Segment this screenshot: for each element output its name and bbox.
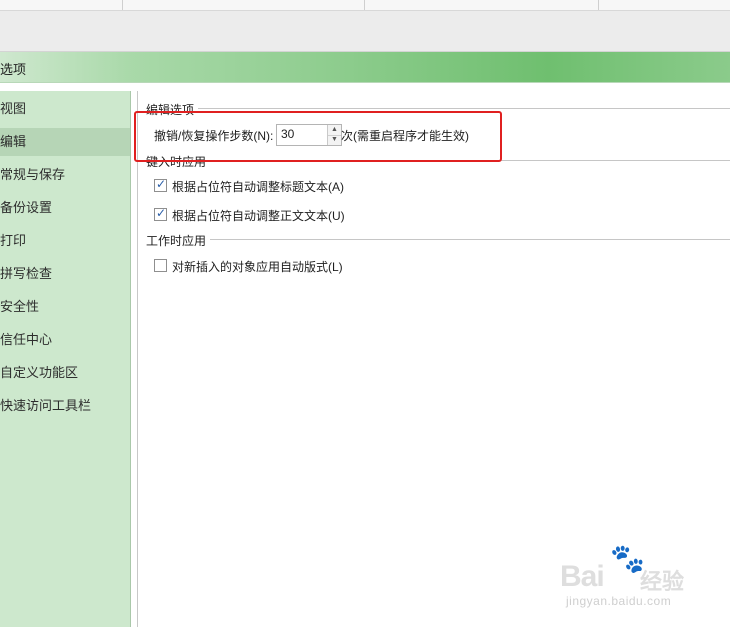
watermark-brand: Bai [560, 560, 605, 593]
sidebar-item-security[interactable]: 安全性 [0, 293, 130, 321]
column-separator [364, 0, 365, 10]
sidebar-item-print[interactable]: 打印 [0, 227, 130, 255]
section-divider [146, 239, 730, 240]
options-sidebar: 视图 编辑 常规与保存 备份设置 打印 拼写检查 安全性 信任中心 自定义功能区… [0, 91, 131, 627]
autofit-body-checkbox[interactable]: ✓ [154, 206, 167, 221]
dialog-title: 选项 [0, 62, 27, 77]
autofit-body-label[interactable]: 根据占位符自动调整正文文本(U) [172, 207, 345, 224]
sidebar-item-trust-center[interactable]: 信任中心 [0, 326, 130, 354]
highlight-annotation-box [134, 111, 502, 162]
sidebar-item-view[interactable]: 视图 [0, 95, 130, 123]
sidebar-item-quick-access-toolbar[interactable]: 快速访问工具栏 [0, 392, 130, 420]
column-separator [122, 0, 123, 10]
sidebar-item-edit[interactable]: 编辑 [0, 128, 130, 156]
background-area [0, 11, 730, 52]
watermark-url: jingyan.baidu.com [566, 594, 672, 608]
section-title-apply-as-work: 工作时应用 [146, 232, 211, 249]
auto-layout-checkbox[interactable] [154, 259, 167, 272]
top-strip [0, 0, 730, 11]
section-divider [146, 108, 730, 109]
dialog-titlebar[interactable]: 选项 [0, 52, 730, 83]
watermark-brand-cn: 经验 [640, 569, 685, 594]
dialog-gap [0, 83, 730, 91]
autofit-title-checkbox[interactable]: ✓ [154, 177, 167, 192]
autofit-title-label[interactable]: 根据占位符自动调整标题文本(A) [172, 178, 344, 195]
baidu-jingyan-watermark: Bai 🐾 经验 jingyan.baidu.com [560, 542, 710, 612]
sidebar-item-customize-ribbon[interactable]: 自定义功能区 [0, 359, 130, 387]
auto-layout-label[interactable]: 对新插入的对象应用自动版式(L) [172, 258, 343, 275]
check-icon: ✓ [156, 206, 167, 220]
sidebar-item-backup[interactable]: 备份设置 [0, 194, 130, 222]
sidebar-item-general-save[interactable]: 常规与保存 [0, 161, 130, 189]
sidebar-item-spellcheck[interactable]: 拼写检查 [0, 260, 130, 288]
column-separator [598, 0, 599, 10]
check-icon: ✓ [156, 177, 167, 191]
